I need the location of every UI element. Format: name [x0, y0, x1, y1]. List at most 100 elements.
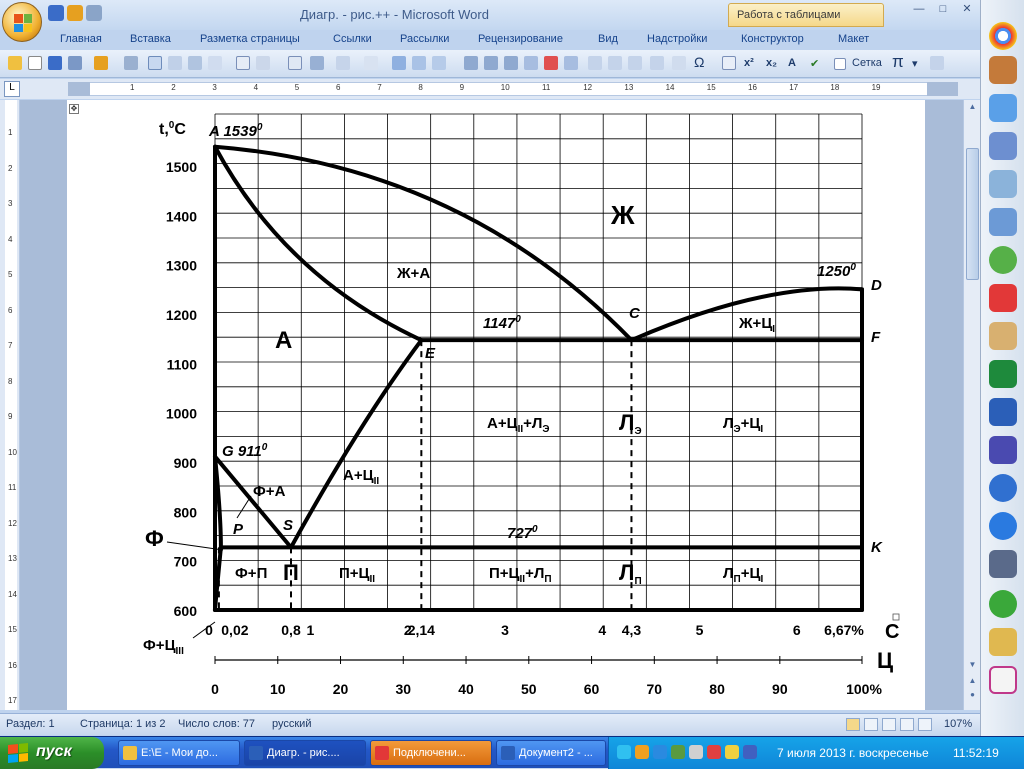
- scroll-up-icon[interactable]: ▲: [966, 102, 979, 116]
- column-width-icon[interactable]: [628, 56, 642, 70]
- table-properties-icon[interactable]: [672, 56, 686, 70]
- tab-view[interactable]: Вид: [598, 30, 618, 45]
- tab-layout[interactable]: Макет: [838, 30, 869, 45]
- paragraph-icon[interactable]: [168, 56, 182, 70]
- tray-icon-antivirus[interactable]: [671, 745, 685, 759]
- cell-alignment-icon[interactable]: [588, 56, 602, 70]
- print-layout-view-icon[interactable]: [846, 718, 860, 731]
- insert-row-icon[interactable]: [464, 56, 478, 70]
- grid-checkbox[interactable]: [834, 58, 846, 70]
- shading-icon[interactable]: [336, 56, 350, 70]
- grid-label[interactable]: Сетка: [852, 57, 882, 69]
- tab-mailings[interactable]: Рассылки: [400, 30, 449, 45]
- tab-review[interactable]: Рецензирование: [478, 30, 563, 45]
- insert-column-icon[interactable]: [484, 56, 498, 70]
- full-screen-view-icon[interactable]: [864, 718, 878, 731]
- table-icon[interactable]: [392, 56, 406, 70]
- status-section[interactable]: Раздел: 1: [6, 718, 55, 730]
- tray-icon-language[interactable]: [743, 745, 757, 759]
- outline-view-icon[interactable]: [900, 718, 914, 731]
- format-painter-icon[interactable]: [722, 56, 736, 70]
- redo-icon[interactable]: [124, 56, 138, 70]
- chrome-icon[interactable]: [989, 22, 1017, 50]
- vertical-scrollbar[interactable]: ▲ ▼ ▲ ●: [963, 100, 980, 710]
- ruler-scale[interactable]: [68, 82, 958, 96]
- folder-icon[interactable]: [989, 628, 1017, 656]
- tray-icon-update[interactable]: [635, 745, 649, 759]
- tab-design[interactable]: Конструктор: [741, 30, 804, 45]
- open-folder-icon[interactable]: [8, 56, 22, 70]
- equation-icon[interactable]: π: [892, 52, 904, 72]
- merge-cells-icon[interactable]: [524, 56, 538, 70]
- tray-date[interactable]: 7 июля 2013 г. воскресенье: [777, 746, 929, 760]
- office-button[interactable]: [2, 2, 42, 42]
- tab-home[interactable]: Главная: [60, 30, 102, 45]
- floppy-save-icon[interactable]: [989, 436, 1017, 464]
- tray-icon-network[interactable]: [617, 745, 631, 759]
- print-preview-icon[interactable]: [148, 56, 162, 70]
- tab-addins[interactable]: Надстройки: [647, 30, 707, 45]
- task-connection[interactable]: Подключени...: [370, 740, 492, 766]
- status-page[interactable]: Страница: 1 из 2: [80, 718, 166, 730]
- app-icon-paint[interactable]: [989, 666, 1017, 694]
- cell-margins-icon[interactable]: [608, 56, 622, 70]
- text-direction-icon[interactable]: [256, 56, 270, 70]
- text-box-icon[interactable]: [288, 56, 302, 70]
- scrollbar-thumb[interactable]: [966, 148, 979, 280]
- tab-references[interactable]: Ссылки: [333, 30, 372, 45]
- dropdown-icon[interactable]: ▾: [912, 57, 918, 70]
- insert-cells-icon[interactable]: [504, 56, 518, 70]
- app-icon-green[interactable]: [989, 246, 1017, 274]
- browse-object-icon[interactable]: ●: [966, 690, 979, 704]
- app-icon-search[interactable]: [989, 132, 1017, 160]
- table-move-handle-icon[interactable]: ✥: [69, 104, 79, 114]
- task-explorer[interactable]: E:\E - Мои до...: [118, 740, 240, 766]
- paragraph-marks-icon[interactable]: [930, 56, 944, 70]
- tab-insert[interactable]: Вставка: [130, 30, 171, 45]
- borders-icon[interactable]: [364, 56, 378, 70]
- tray-icon-volume[interactable]: [689, 745, 703, 759]
- tray-icon-flag[interactable]: [707, 745, 721, 759]
- app-icon-book[interactable]: [989, 322, 1017, 350]
- font-color-icon[interactable]: A: [788, 57, 796, 69]
- indent-icon[interactable]: [208, 56, 222, 70]
- save-icon[interactable]: [48, 5, 64, 21]
- tray-icon-shield[interactable]: [653, 745, 667, 759]
- prev-page-icon[interactable]: ▲: [966, 676, 979, 690]
- delete-cells-icon[interactable]: [544, 56, 558, 70]
- subscript-icon[interactable]: x₂: [766, 57, 777, 69]
- vertical-ruler-scale[interactable]: [5, 100, 17, 710]
- print-icon[interactable]: [68, 56, 82, 70]
- omega-symbol-icon[interactable]: Ω: [694, 54, 704, 70]
- task-word-diagram[interactable]: Диагр. - рис....: [244, 740, 366, 766]
- task-document2[interactable]: Документ2 - ...: [496, 740, 606, 766]
- app-icon-bag[interactable]: [989, 56, 1017, 84]
- shapes-icon[interactable]: [310, 56, 324, 70]
- new-document-icon[interactable]: [28, 56, 42, 70]
- undo-icon[interactable]: [67, 5, 83, 21]
- tray-icon-mail[interactable]: [725, 745, 739, 759]
- split-cells-icon[interactable]: [564, 56, 578, 70]
- superscript-icon[interactable]: x²: [744, 57, 754, 69]
- tab-page-layout[interactable]: Разметка страницы: [200, 30, 300, 45]
- status-language[interactable]: русский: [272, 718, 311, 730]
- start-button[interactable]: пуск: [0, 737, 104, 769]
- word-icon[interactable]: [989, 398, 1017, 426]
- save-icon[interactable]: [48, 56, 62, 70]
- status-word-count[interactable]: Число слов: 77: [178, 718, 255, 730]
- document-page[interactable]: ✥ t,0C 1500 1400 1300 1200 1100 1000 900 800 700 6…: [67, 100, 925, 710]
- draft-view-icon[interactable]: [918, 718, 932, 731]
- maximize-button[interactable]: □: [932, 2, 954, 18]
- spellcheck-icon[interactable]: ✔: [810, 57, 819, 70]
- align-icon[interactable]: [188, 56, 202, 70]
- excel-icon[interactable]: [989, 360, 1017, 388]
- close-button[interactable]: ✕: [956, 2, 978, 18]
- web-view-icon[interactable]: [882, 718, 896, 731]
- redo-icon[interactable]: [86, 5, 102, 21]
- app-icon-network[interactable]: [989, 208, 1017, 236]
- zoom-level[interactable]: 107%: [944, 718, 972, 730]
- app-icon-files[interactable]: [989, 170, 1017, 198]
- app-icon-discs[interactable]: [989, 94, 1017, 122]
- row-height-icon[interactable]: [650, 56, 664, 70]
- undo-icon[interactable]: [94, 56, 108, 70]
